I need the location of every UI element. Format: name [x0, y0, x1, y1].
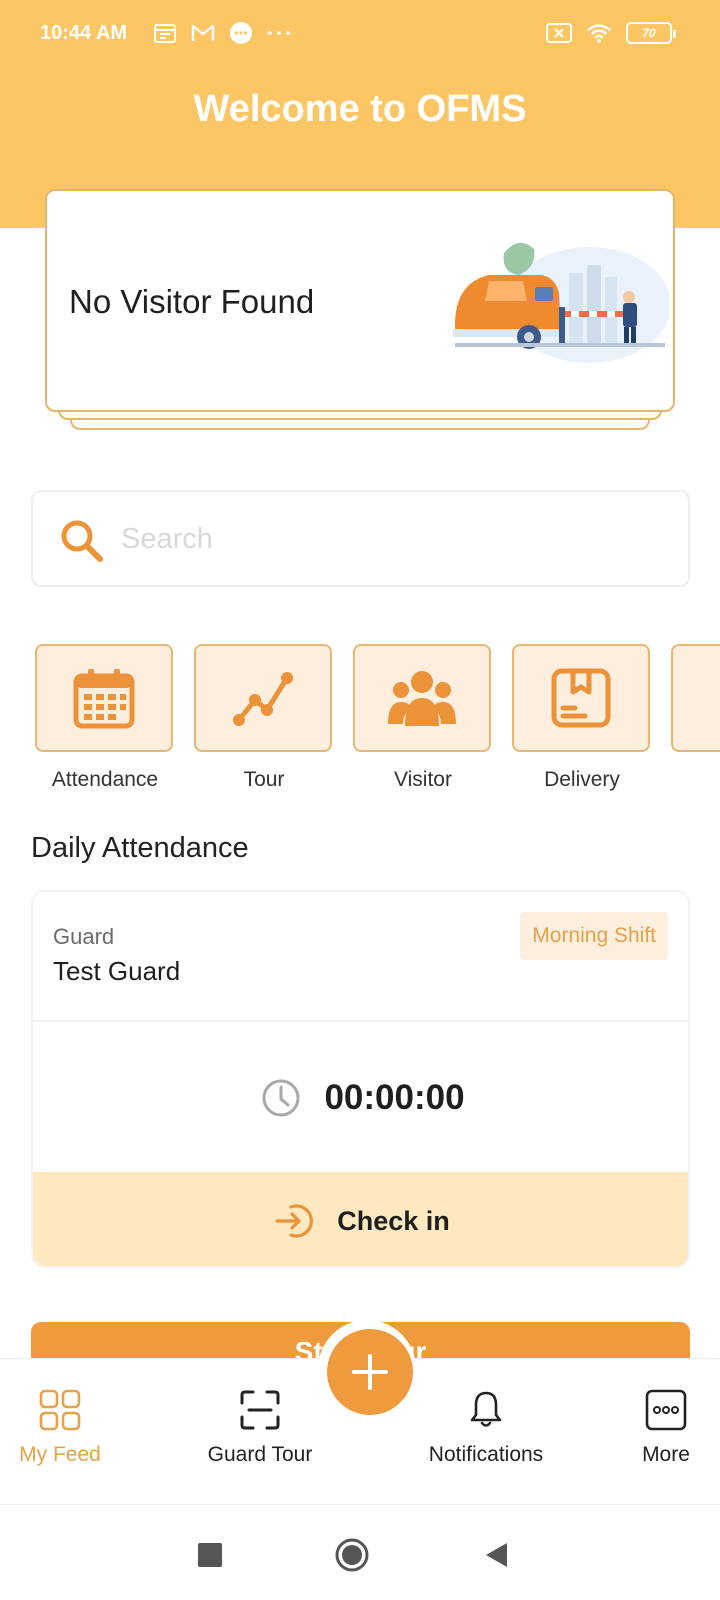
quick-action-label: Tour — [243, 768, 285, 791]
scan-icon — [240, 1390, 280, 1430]
group-icon — [388, 671, 456, 726]
quick-actions: Attendance Tour Visitor Delivery — [0, 644, 720, 794]
nav-item-notifications[interactable]: Notifications — [410, 1389, 562, 1467]
quick-action-tile[interactable] — [512, 644, 650, 752]
guard-role-label: Guard — [53, 924, 115, 949]
quick-action-tile[interactable] — [353, 644, 491, 752]
nav-label: My Feed — [19, 1443, 101, 1466]
add-button[interactable] — [327, 1329, 413, 1415]
status-icons-left — [152, 20, 292, 46]
calendar-icon — [152, 20, 178, 46]
login-arrow-icon — [275, 1204, 314, 1238]
search-icon — [61, 520, 103, 562]
wifi-icon — [586, 20, 612, 46]
page-title: Welcome to OFMS — [193, 88, 527, 130]
section-title: Daily Attendance — [31, 832, 249, 864]
recents-button[interactable] — [190, 1535, 230, 1575]
more-icon — [645, 1389, 687, 1431]
square-icon — [198, 1543, 222, 1567]
bell-icon — [470, 1391, 502, 1427]
back-button[interactable] — [476, 1535, 516, 1575]
attendance-card: Guard Test Guard Morning Shift 00:00:00 … — [31, 890, 690, 1268]
quick-action-tile[interactable] — [35, 644, 173, 752]
nav-label: Notifications — [428, 1443, 544, 1466]
nav-item-more[interactable]: More — [628, 1389, 704, 1467]
status-icons-right: 70 — [546, 20, 676, 46]
grid-icon — [39, 1389, 81, 1431]
status-bar: 10:44 AM 70 — [0, 0, 720, 72]
status-time: 10:44 AM — [40, 22, 128, 44]
check-in-label: Check in — [337, 1205, 450, 1236]
plus-icon — [352, 1354, 388, 1390]
quick-action-tour[interactable]: Tour — [194, 644, 334, 792]
search-box[interactable] — [31, 490, 690, 587]
sim-x-icon — [546, 20, 572, 46]
quick-action-visitor[interactable]: Visitor — [353, 644, 493, 792]
nav-label: Guard Tour — [207, 1443, 313, 1466]
quick-action-more[interactable]: V — [671, 644, 720, 792]
system-nav-bar — [0, 1504, 720, 1600]
chat-bubble-icon — [228, 20, 254, 46]
quick-action-label: Attendance — [51, 768, 159, 791]
triangle-back-icon — [486, 1543, 507, 1567]
route-icon — [233, 672, 293, 726]
gmail-icon — [190, 20, 216, 46]
quick-action-delivery[interactable]: Delivery — [512, 644, 652, 792]
quick-action-attendance[interactable]: Attendance — [35, 644, 175, 792]
nav-label: More — [642, 1443, 690, 1466]
nav-item-guard-tour[interactable]: Guard Tour — [198, 1389, 322, 1467]
home-button[interactable] — [332, 1535, 372, 1575]
check-in-button[interactable]: Check in — [33, 1172, 688, 1266]
quick-action-label: V — [671, 768, 720, 792]
nav-item-my-feed[interactable]: My Feed — [12, 1389, 108, 1467]
circle-icon — [335, 1538, 369, 1572]
divider — [33, 1020, 688, 1022]
clock-icon — [262, 1079, 300, 1117]
guard-name: Test Guard — [53, 956, 181, 986]
quick-action-label: Visitor — [394, 768, 452, 791]
calendar-icon — [73, 669, 135, 729]
visitor-card[interactable]: No Visitor Found — [45, 189, 675, 412]
battery-icon: 70 — [626, 22, 676, 44]
more-dots-icon — [266, 20, 292, 46]
timer-row: 00:00:00 — [33, 1070, 688, 1126]
quick-action-tile[interactable] — [671, 644, 720, 752]
quick-action-label: Delivery — [544, 768, 620, 791]
no-visitor-message: No Visitor Found — [69, 283, 315, 320]
attendance-timer: 00:00:00 — [324, 1078, 465, 1117]
package-icon — [551, 668, 611, 728]
search-input[interactable] — [121, 514, 661, 564]
shift-badge: Morning Shift — [520, 912, 668, 960]
checkpoint-illustration — [453, 242, 669, 363]
quick-action-tile[interactable] — [194, 644, 332, 752]
